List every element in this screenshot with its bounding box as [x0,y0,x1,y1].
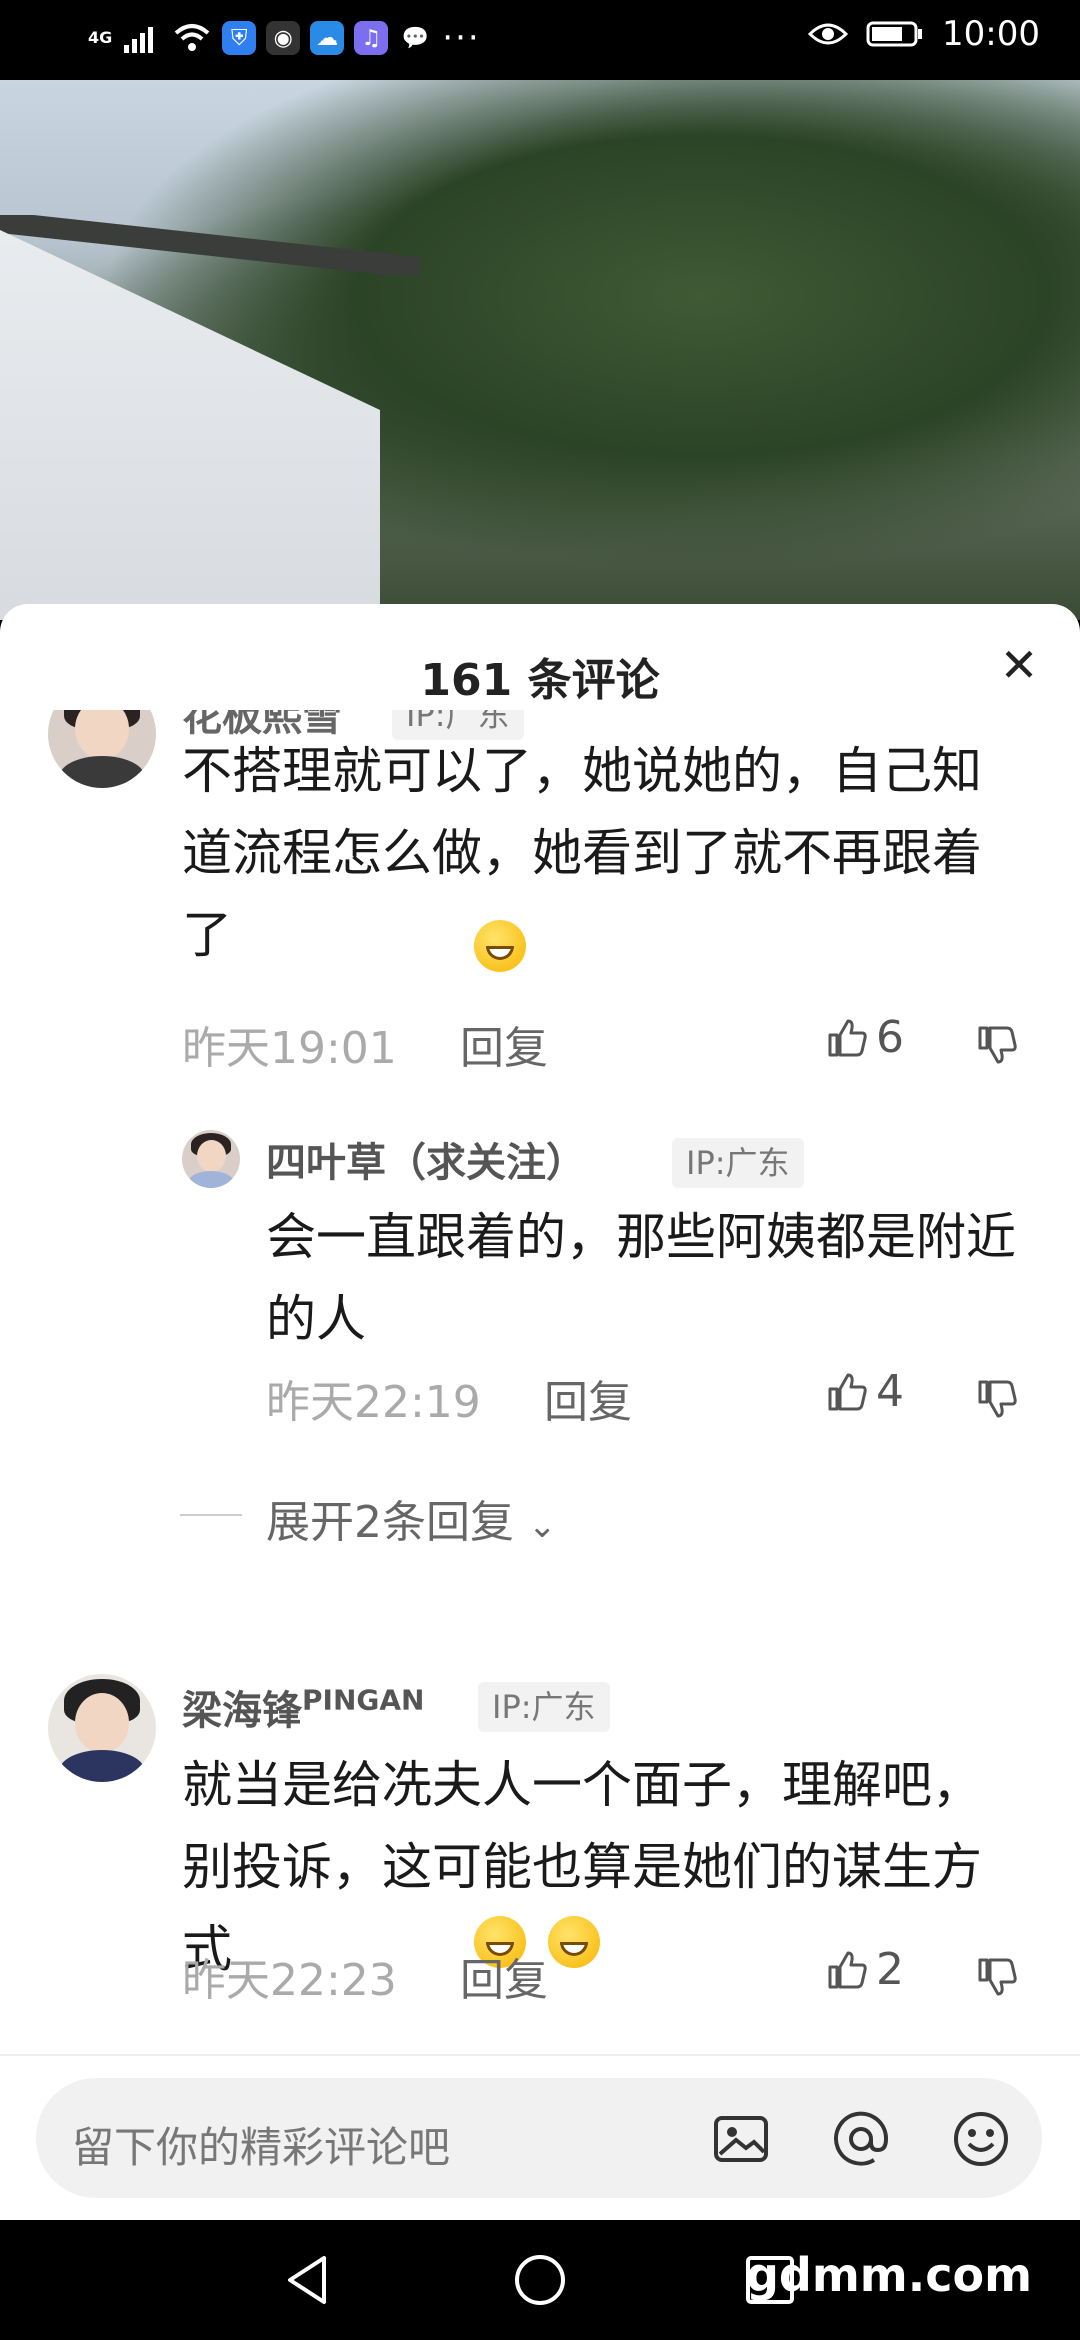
music-icon: ♫ [354,21,389,55]
more-notifications-icon: ··· [442,18,481,58]
thumb-up-icon [828,1373,867,1410]
author-name-suffix: PINGAN [302,1683,425,1717]
watermark: gdmm.com [746,2248,1032,2302]
grin-emoji-icon [474,920,526,972]
reply-button[interactable]: 回复 [544,1366,632,1430]
cloud-icon: ☁ [310,21,345,55]
reply-avatar[interactable] [182,1130,240,1188]
like-count: 4 [876,1366,904,1417]
browser-icon: ◉ [266,21,301,55]
video-player[interactable] [0,80,1080,620]
emoji-icon[interactable] [950,2108,1012,2170]
shield-icon: ⛨ [222,21,257,55]
expand-label: 展开2条回复 [266,1497,514,1548]
thumb-down-icon[interactable] [976,1378,1018,1420]
wifi-icon [174,24,210,51]
comment-count-title: 161 条评论 [420,655,660,706]
at-icon[interactable] [830,2108,892,2170]
video-wall [0,230,380,620]
status-bar: 4G ⛨ ◉ ☁ ♫ 💬 ··· 10:00 [0,0,1080,80]
like-button[interactable]: 2 [826,1944,904,1995]
battery-icon [866,21,923,47]
thumb-down-icon[interactable] [976,1956,1018,1998]
comment-author-name[interactable]: 梁海锋PINGAN [182,1678,424,1736]
comment-input-placeholder: 留下你的精彩评论吧 [72,2123,451,2172]
eye-icon [808,23,849,45]
close-icon[interactable]: ✕ [994,640,1044,690]
thumb-up-icon [828,1951,867,1988]
back-icon[interactable] [280,2252,336,2308]
comment-text: 不搭理就可以了，她说她的，自己知道流程怎么做，她看到了就不再跟着了 [182,742,982,964]
comment-time: 昨天22:23 [182,1955,397,2006]
author-name-text: 梁海锋 [182,1688,302,1734]
reply-author-name[interactable]: 四叶草（求关注） [266,1130,586,1188]
like-button[interactable]: 4 [826,1366,904,1417]
ip-badge: IP:广东 [478,1682,610,1732]
status-left: 4G ⛨ ◉ ☁ ♫ 💬 ··· [88,18,481,58]
like-count: 2 [876,1944,904,1995]
comment-sheet: 161 条评论 ✕ 花板熙雪 IP:广东 不搭理就可以了，她说她的，自己知道流程… [0,604,1080,2220]
avatar[interactable] [48,1674,156,1782]
laugh-emoji-icon [548,1916,600,1968]
thumb-down-icon[interactable] [976,1024,1018,1066]
like-count: 6 [876,1012,904,1063]
network-type: 4G [88,28,113,47]
signal-icon [124,27,154,53]
ip-badge: IP:广东 [672,1138,804,1188]
comment-input-bar: 留下你的精彩评论吧 [0,2054,1080,2222]
home-icon[interactable] [512,2252,568,2308]
thumb-up-icon [828,1019,867,1056]
image-icon[interactable] [710,2108,772,2170]
avatar[interactable] [48,710,156,788]
chevron-down-icon: ⌄ [528,1506,557,1546]
reply-time: 昨天22:19 [266,1377,481,1428]
like-button[interactable]: 6 [826,1012,904,1063]
reply-text: 会一直跟着的，那些阿姨都是附近的人 [266,1208,1016,1348]
divider [180,1514,242,1516]
navigation-bar: gdmm.com [0,2220,1080,2340]
status-right: 10:00 [808,14,1040,54]
wechat-icon: 💬 [398,21,433,55]
clock: 10:00 [942,14,1040,54]
comment-time: 昨天19:01 [182,1023,397,1074]
comment-list[interactable]: 花板熙雪 IP:广东 不搭理就可以了，她说她的，自己知道流程怎么做，她看到了就不… [0,710,1080,2050]
comment-input[interactable]: 留下你的精彩评论吧 [36,2078,1042,2198]
reply-button[interactable]: 回复 [460,1012,548,1076]
expand-replies-button[interactable]: 展开2条回复 ⌄ [266,1486,557,1550]
reply-button[interactable]: 回复 [460,1944,548,2008]
